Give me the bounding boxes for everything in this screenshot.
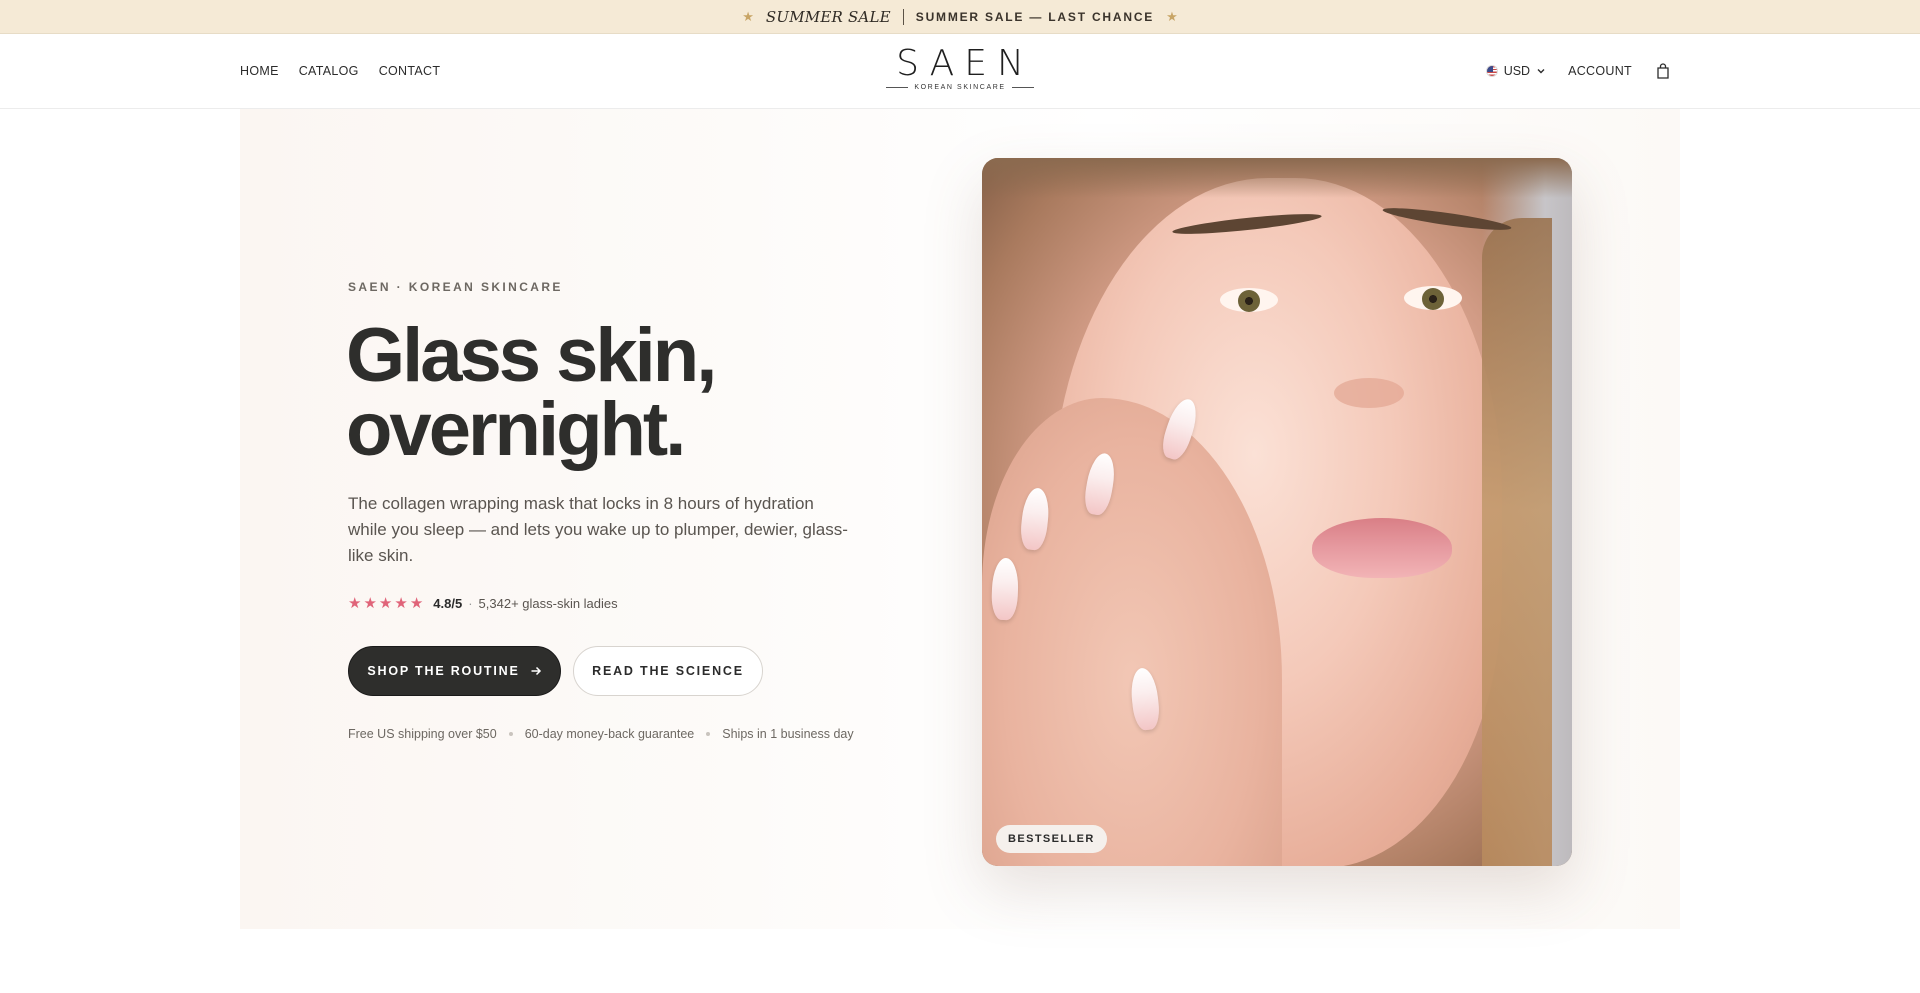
hero-headline: Glass skin, overnight. [346, 313, 717, 472]
trust-points: Free US shipping over $50 60-day money-b… [348, 727, 854, 741]
rating-stars: ★ ★ ★ ★ ★ [348, 596, 423, 611]
shopping-bag-icon[interactable] [1654, 62, 1672, 80]
logo-rule [886, 87, 909, 88]
star-icon: ★ [409, 595, 424, 612]
star-icon: ★ [348, 595, 362, 612]
model-eye [1220, 288, 1278, 312]
hero-section: SAEN · KOREAN SKINCARE Glass skin, overn… [240, 109, 1680, 929]
star-icon: ★ [363, 595, 377, 612]
logo-tagline: KOREAN SKINCARE [914, 84, 1006, 91]
logo-tagline-row: KOREAN SKINCARE [884, 84, 1036, 91]
model-nose [1334, 378, 1404, 408]
model-hair-top [982, 158, 1572, 198]
rating-score: 4.8/5 [433, 596, 463, 611]
trust-item: Free US shipping over $50 [348, 727, 497, 741]
announcement-divider [902, 8, 904, 25]
nav-link-catalog[interactable]: CATALOG [299, 64, 359, 78]
logo-wordmark: SAEN [896, 43, 1034, 84]
rating-separator: · [468, 596, 473, 611]
account-link[interactable]: ACCOUNT [1568, 64, 1632, 78]
brand-logo[interactable]: SAEN KOREAN SKINCARE [884, 46, 1036, 96]
shop-routine-button[interactable]: SHOP THE ROUTINE [348, 646, 561, 696]
shop-routine-label: SHOP THE ROUTINE [367, 664, 520, 678]
bullet-dot [508, 732, 513, 736]
headline-line-2: overnight. [346, 387, 686, 472]
chevron-down-icon [1537, 69, 1545, 74]
headline-line-1: Glass skin, [346, 313, 717, 398]
header-actions: USD ACCOUNT [1485, 34, 1672, 108]
read-science-label: READ THE SCIENCE [592, 664, 744, 678]
announcement-script-text: SUMMER SALE [765, 7, 891, 26]
bestseller-badge: BESTSELLER [996, 825, 1107, 853]
announcement-text: SUMMER SALE — LAST CHANCE [915, 9, 1155, 24]
rating-summary: ★ ★ ★ ★ ★ 4.8/5 · 5,342+ glass-skin ladi… [348, 596, 618, 611]
star-icon: ★ [394, 595, 408, 612]
arrow-right-icon [531, 666, 541, 676]
rating-count: 5,342+ glass-skin ladies [478, 596, 618, 611]
hero-image-card: BESTSELLER [982, 158, 1572, 866]
trust-item: 60-day money-back guarantee [524, 727, 695, 741]
currency-selector[interactable]: USD [1485, 64, 1546, 78]
read-science-button[interactable]: READ THE SCIENCE [573, 646, 763, 696]
model-eye [1404, 286, 1462, 310]
star-icon: ★ [378, 595, 393, 612]
bullet-dot [706, 732, 711, 736]
trust-item: Ships in 1 business day [722, 727, 854, 741]
manicured-nail [990, 557, 1020, 621]
nav-link-home[interactable]: HOME [240, 64, 279, 78]
main-nav: HOME CATALOG CONTACT [240, 34, 440, 108]
currency-label: USD [1503, 64, 1531, 78]
star-icon: ★ [1166, 9, 1178, 24]
announcement-bar: ★ SUMMER SALE SUMMER SALE — LAST CHANCE … [0, 0, 1920, 34]
logo-rule [1011, 87, 1034, 88]
model-hair [1482, 218, 1552, 866]
nav-link-contact[interactable]: CONTACT [379, 64, 441, 78]
model-lips [1312, 518, 1452, 578]
hero-eyebrow: SAEN · KOREAN SKINCARE [348, 280, 563, 294]
us-flag-icon [1485, 65, 1498, 77]
site-header: HOME CATALOG CONTACT SAEN KOREAN SKINCAR… [0, 34, 1920, 109]
star-icon: ★ [742, 9, 754, 24]
hero-subtitle: The collagen wrapping mask that locks in… [348, 494, 848, 565]
